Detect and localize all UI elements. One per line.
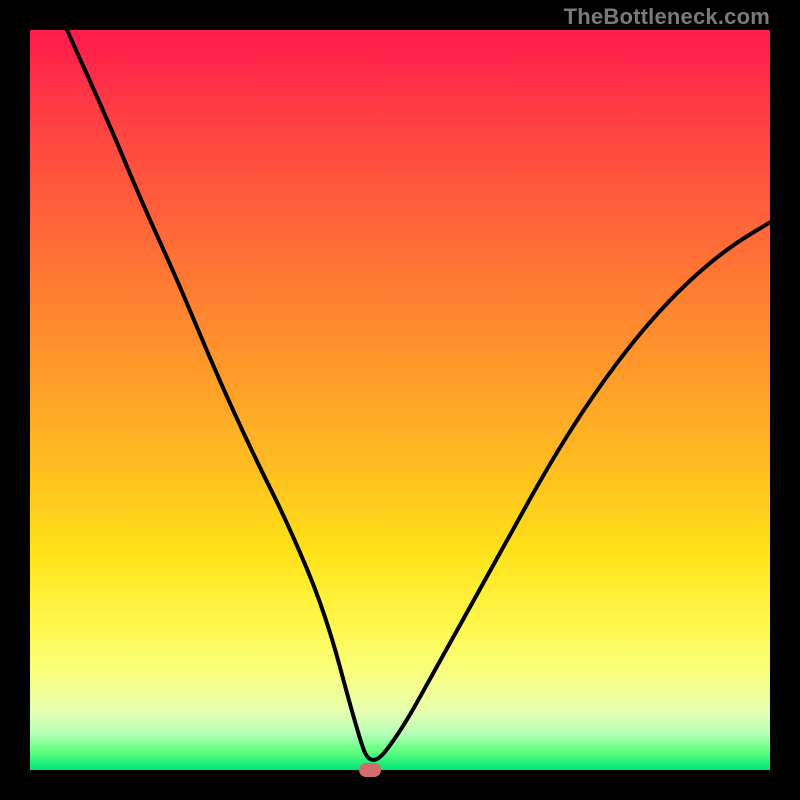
chart-frame: TheBottleneck.com <box>0 0 800 800</box>
bottleneck-curve <box>30 30 770 770</box>
watermark-text: TheBottleneck.com <box>564 4 770 30</box>
minimum-marker <box>359 763 381 777</box>
plot-area <box>30 30 770 770</box>
